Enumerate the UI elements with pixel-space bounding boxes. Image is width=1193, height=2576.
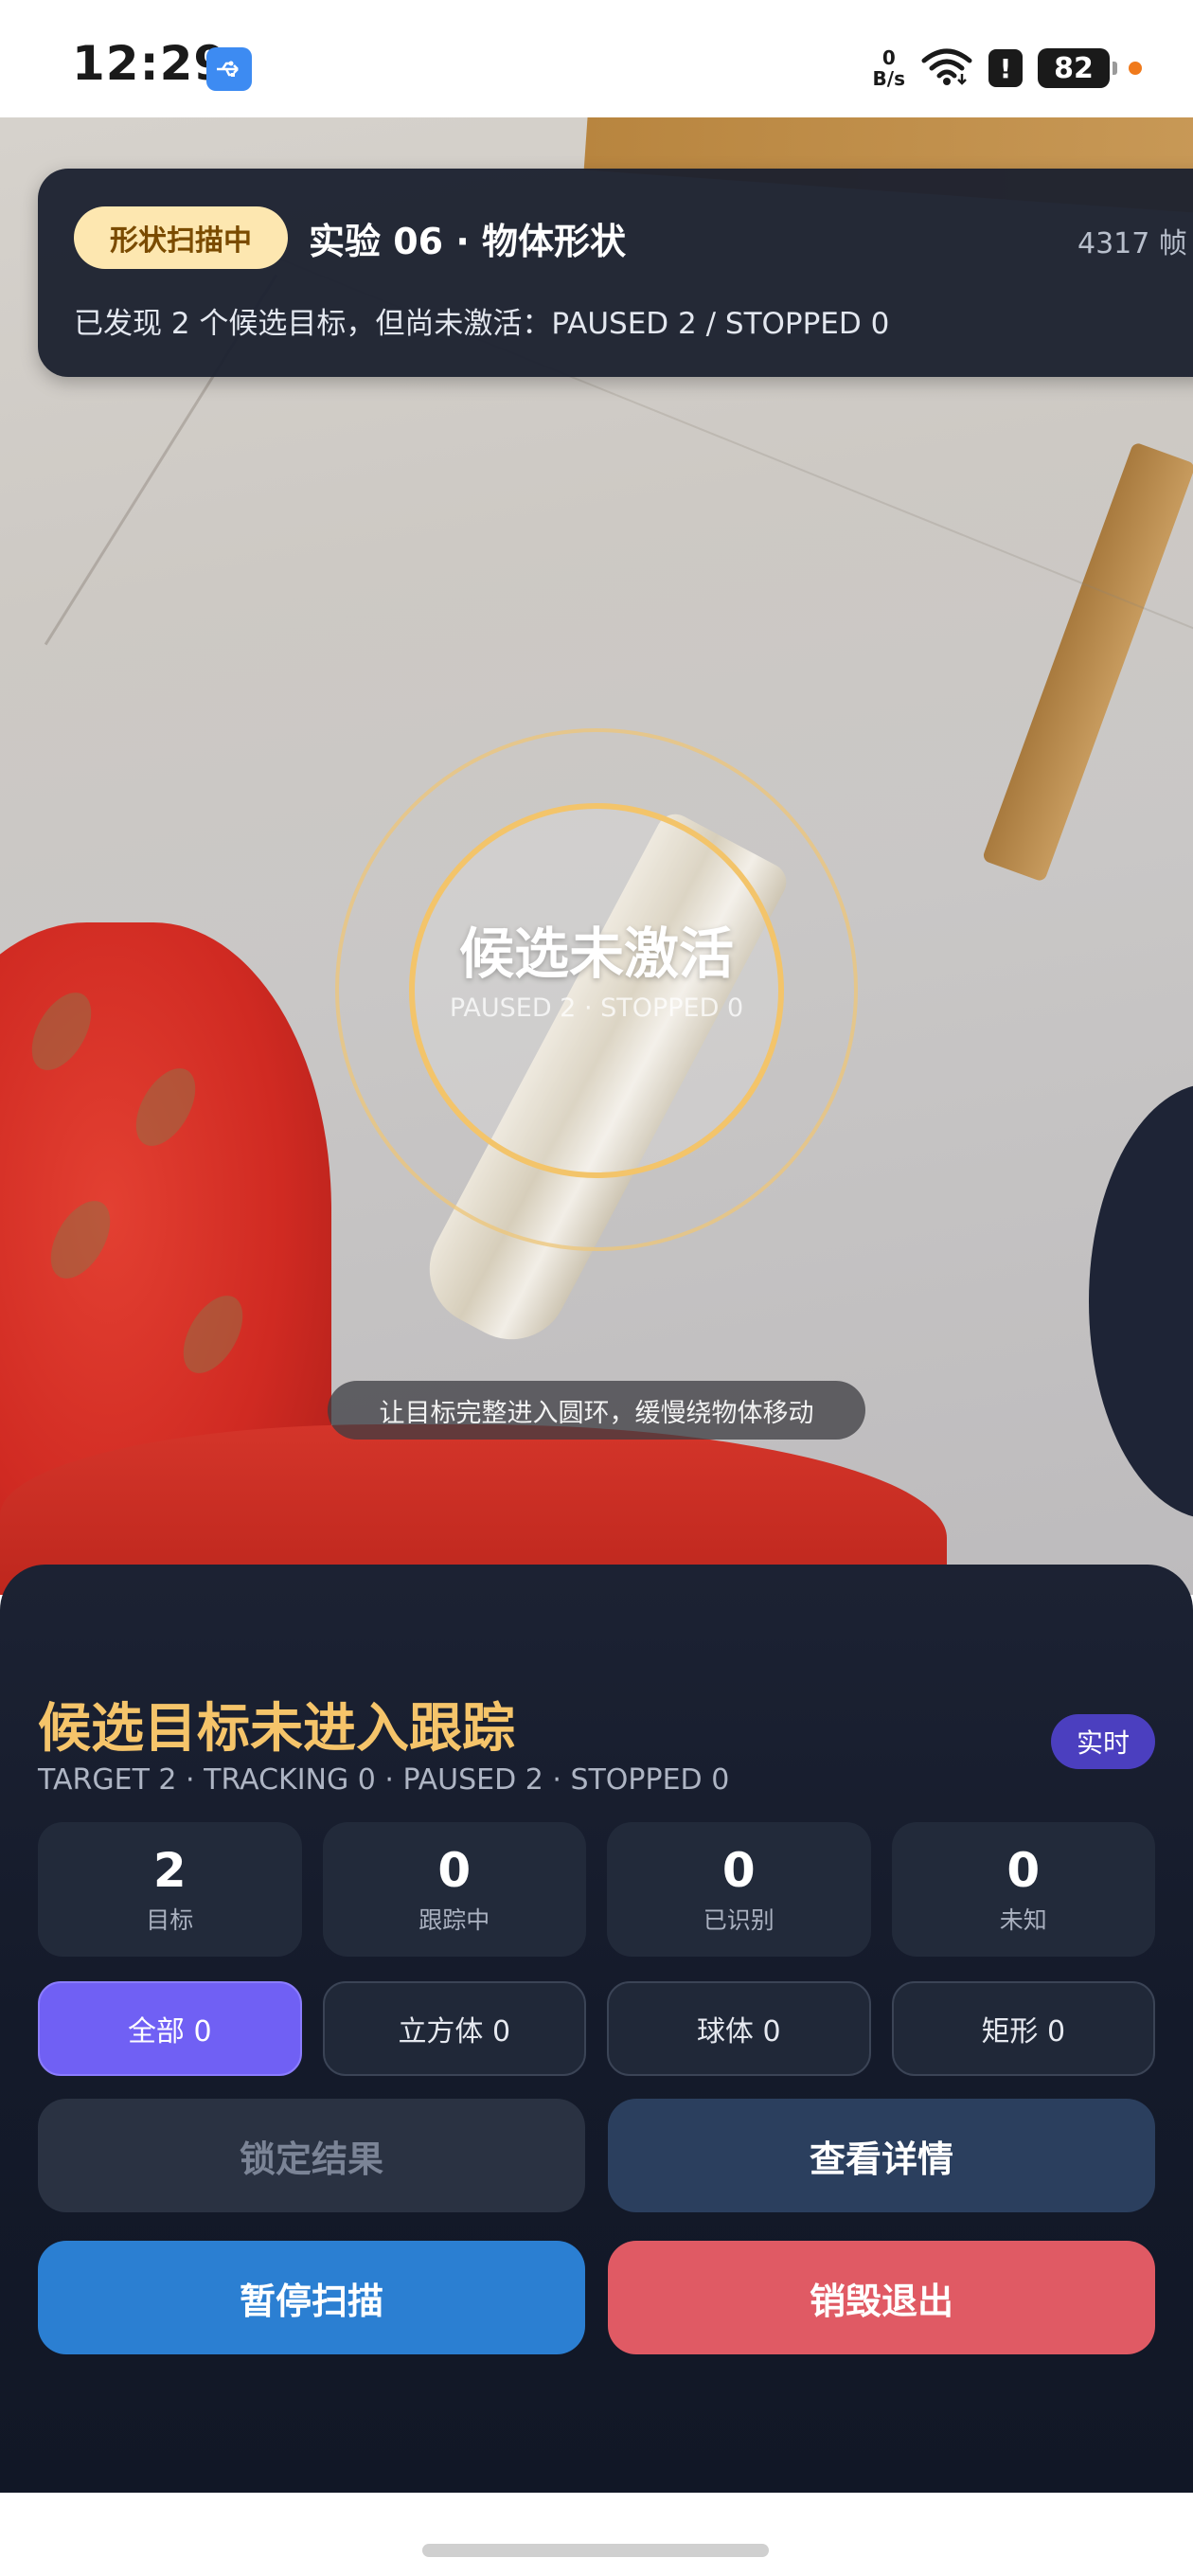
scan-status-badge: 形状扫描中: [74, 206, 288, 269]
action-row-1: 锁定结果 查看详情: [38, 2099, 1155, 2212]
battery-level: 82: [1054, 51, 1094, 85]
stat-label: 已识别: [703, 1906, 775, 1934]
pause-scan-button[interactable]: 暂停扫描: [38, 2241, 585, 2354]
stat-value: 0: [721, 1843, 756, 1898]
destroy-exit-button[interactable]: 销毁退出: [608, 2241, 1155, 2354]
ring-status-subtitle: PAUSED 2 · STOPPED 0: [449, 993, 744, 1023]
realtime-badge[interactable]: 实时: [1051, 1714, 1155, 1769]
experiment-info-card: 形状扫描中 实验 06 · 物体形状 4317 帧 已发现 2 个候选目标，但尚…: [38, 169, 1193, 377]
navigation-bar: [0, 2493, 1193, 2576]
stat-tracking: 0 跟踪中: [322, 1822, 586, 1957]
status-time: 12:29: [72, 36, 228, 91]
battery-icon: 82: [1038, 48, 1117, 88]
stat-value: 0: [437, 1843, 472, 1898]
scan-ring-inner: [409, 803, 784, 1178]
action-row-2: 暂停扫描 销毁退出: [38, 2241, 1155, 2354]
network-speed: 0 B/s: [873, 47, 905, 89]
status-bar: 12:29 0 B/s ! 82: [0, 0, 1193, 117]
stat-recognized: 0 已识别: [607, 1822, 871, 1957]
guidance-hint: 让目标完整进入圆环，缓慢绕物体移动: [328, 1381, 865, 1440]
lock-result-button[interactable]: 锁定结果: [38, 2099, 585, 2212]
net-speed-unit: B/s: [872, 67, 905, 90]
panel-title: 候选目标未进入跟踪: [38, 1698, 515, 1760]
stat-label: 未知: [999, 1906, 1047, 1934]
experiment-title: 实验 06 · 物体形状: [309, 221, 627, 262]
camera-bg-dark-object: [1089, 1083, 1193, 1519]
stat-label: 目标: [146, 1906, 194, 1934]
usb-icon: [206, 47, 252, 91]
charging-dot: [1129, 62, 1142, 75]
view-details-button[interactable]: 查看详情: [608, 2099, 1155, 2212]
filter-sphere[interactable]: 球体 0: [607, 1981, 871, 2076]
wifi-icon: [920, 47, 973, 89]
stats-row: 2 目标 0 跟踪中 0 已识别 0 未知: [38, 1822, 1155, 1957]
panel-subtitle: TARGET 2 · TRACKING 0 · PAUSED 2 · STOPP…: [38, 1763, 730, 1797]
stat-label: 跟踪中: [418, 1906, 490, 1934]
stat-value: 2: [152, 1843, 187, 1898]
camera-bg-wood-right: [981, 441, 1193, 883]
stat-targets: 2 目标: [38, 1822, 302, 1957]
filter-cube[interactable]: 立方体 0: [322, 1981, 586, 2076]
frame-count: 4317 帧: [1077, 227, 1187, 260]
net-speed-value: 0: [881, 46, 896, 69]
stat-value: 0: [1006, 1843, 1041, 1898]
results-panel: 候选目标未进入跟踪 实时 TARGET 2 · TRACKING 0 · PAU…: [0, 1565, 1193, 2493]
alert-icon: !: [988, 49, 1023, 87]
status-right-group: 0 B/s ! 82: [873, 42, 1142, 95]
ring-status-title: 候选未激活: [458, 921, 734, 986]
stat-unknown: 0 未知: [891, 1822, 1155, 1957]
shape-filter-row: 全部 0 立方体 0 球体 0 矩形 0: [38, 1981, 1155, 2076]
candidate-description: 已发现 2 个候选目标，但尚未激活：PAUSED 2 / STOPPED 0: [74, 307, 890, 341]
home-indicator[interactable]: [422, 2544, 769, 2557]
filter-all[interactable]: 全部 0: [38, 1981, 302, 2076]
filter-rectangle[interactable]: 矩形 0: [891, 1981, 1155, 2076]
